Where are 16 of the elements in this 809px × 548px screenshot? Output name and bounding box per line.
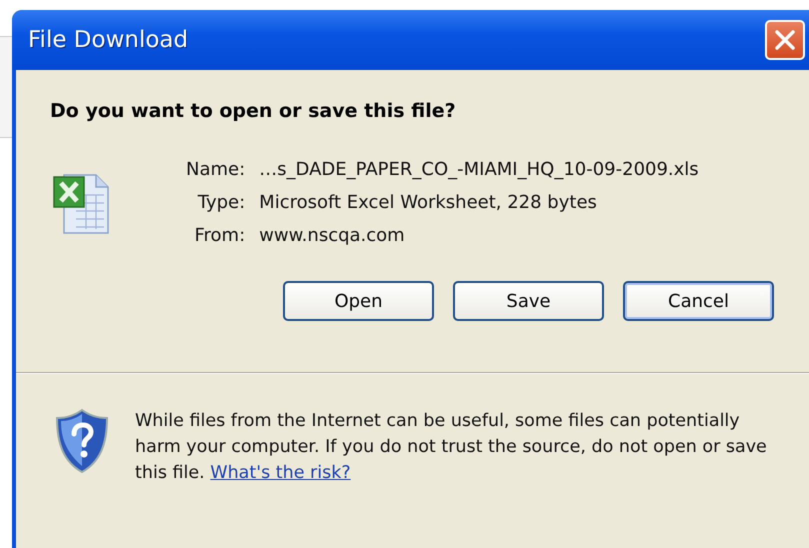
field-value: …s_DADE_PAPER_CO_-MIAMI_HQ_10-09-2009.xls — [259, 159, 699, 180]
dialog-button[interactable]: Save — [453, 281, 604, 321]
field-label: Type: — [196, 192, 246, 213]
risk-link[interactable]: What's the risk? — [210, 463, 351, 483]
close-icon — [773, 28, 797, 52]
window-title: File Download — [28, 27, 188, 53]
shield-question-icon — [54, 408, 110, 474]
field-label: From: — [194, 225, 246, 246]
field-value: www.nscqa.com — [259, 225, 406, 246]
warning-text: While files from the Internet can be useful, some files can potentially harm your computer. If you do not trust the source, do not open or save this file. What's the risk? — [135, 410, 768, 485]
dialog-button[interactable]: Cancel — [623, 281, 774, 321]
dialog-question: Do you want to open or save this file? — [50, 100, 457, 122]
close-button[interactable] — [765, 20, 805, 60]
field-value: Microsoft Excel Worksheet, 228 bytes — [259, 192, 598, 213]
dialog-button[interactable]: Open — [283, 281, 434, 321]
field-label: Name: — [186, 159, 246, 180]
